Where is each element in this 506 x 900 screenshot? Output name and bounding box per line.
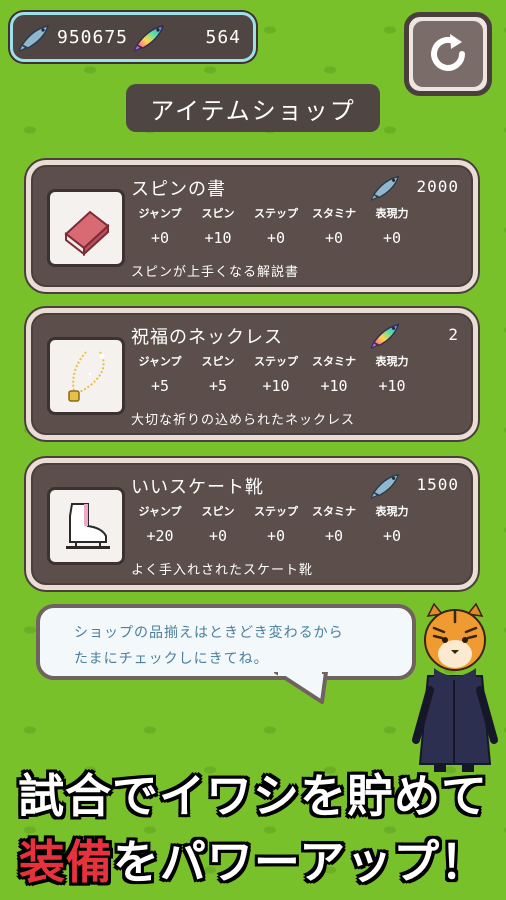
stat-label: ステップ xyxy=(254,355,298,368)
stat-expression: 表現力 +0 xyxy=(363,205,421,247)
stat-spin: スピン +0 xyxy=(189,503,247,545)
rainbow-count: 564 xyxy=(205,26,241,48)
stat-value: +0 xyxy=(150,229,170,247)
stat-value: +10 xyxy=(204,229,232,247)
book-icon xyxy=(64,210,110,257)
item-name: スピンの書 xyxy=(131,179,226,200)
stat-value: +10 xyxy=(262,377,290,395)
sardine-icon xyxy=(19,25,50,52)
speech-bubble-tail xyxy=(274,672,328,704)
stat-step: ステップ +10 xyxy=(247,353,305,395)
stat-label: ステップ xyxy=(254,207,298,220)
tiger-character xyxy=(412,602,498,772)
item-name: いいスケート靴 xyxy=(131,477,264,498)
speech-line: たまにチェックしにきてね。 xyxy=(74,651,269,667)
stat-label: スタミナ xyxy=(312,505,356,518)
stat-expression: 表現力 +10 xyxy=(363,353,421,395)
item-price: 1500 xyxy=(416,475,459,494)
stat-step: ステップ +0 xyxy=(247,503,305,545)
stat-step: ステップ +0 xyxy=(247,205,305,247)
stat-jump: ジャンプ +0 xyxy=(131,205,189,247)
promo-highlight: 装備 xyxy=(18,835,113,889)
stat-value: +0 xyxy=(382,229,402,247)
speech-line: ショップの品揃えはときどき変わるから xyxy=(74,625,344,641)
stat-label: 表現力 xyxy=(375,355,409,368)
stat-spin: スピン +5 xyxy=(189,353,247,395)
stat-stamina: スタミナ +0 xyxy=(305,205,363,247)
stat-value: +0 xyxy=(382,527,402,545)
item-name: 祝福のネックレス xyxy=(131,327,283,348)
item-price: 2 xyxy=(448,325,459,344)
stat-value: +20 xyxy=(146,527,174,545)
stat-label: スピン xyxy=(201,355,235,368)
stat-value: +5 xyxy=(150,377,170,395)
shop-item-card[interactable]: スピンの書 2000 ジャンプ +0 スピン +10 ステップ +0 スタミナ … xyxy=(26,160,478,292)
item-price: 2000 xyxy=(416,177,459,196)
stat-value: +0 xyxy=(266,229,286,247)
necklace-icon xyxy=(68,351,105,402)
stat-stamina: スタミナ +0 xyxy=(305,503,363,545)
currency-bar: 950675 564 xyxy=(10,12,256,62)
stat-label: ジャンプ xyxy=(138,207,182,220)
stat-value: +5 xyxy=(208,377,228,395)
stat-expression: 表現力 +0 xyxy=(363,503,421,545)
stat-jump: ジャンプ +5 xyxy=(131,353,189,395)
item-description: スピンが上手くなる解説書 xyxy=(131,265,300,280)
stat-value: +10 xyxy=(320,377,348,395)
speech-text: ショップの品揃えはときどき変わるから たまにチェックしにきてね。 xyxy=(74,620,344,672)
stat-value: +0 xyxy=(208,527,228,545)
item-thumbnail xyxy=(47,337,125,415)
shop-item-card[interactable]: いいスケート靴 1500 ジャンプ +20 スピン +0 ステップ +0 スタミ… xyxy=(26,458,478,590)
stat-label: ジャンプ xyxy=(138,505,182,518)
sardine-count: 950675 xyxy=(57,26,129,48)
stat-stamina: スタミナ +10 xyxy=(305,353,363,395)
refresh-icon xyxy=(431,34,465,71)
promo-text: をパワーアップ！ xyxy=(112,835,488,889)
skate-icon xyxy=(66,503,110,549)
stat-label: ステップ xyxy=(254,505,298,518)
sardine-icon xyxy=(371,473,400,499)
stat-spin: スピン +10 xyxy=(189,205,247,247)
stat-value: +0 xyxy=(324,229,344,247)
page-title: アイテムショップ xyxy=(126,84,380,132)
rainbow-sardine-icon xyxy=(134,25,165,52)
rainbow-sardine-icon xyxy=(371,323,400,349)
shop-item-card[interactable]: 祝福のネックレス 2 ジャンプ +5 スピン +5 ステップ +10 スタミナ … xyxy=(26,308,478,440)
stat-label: 表現力 xyxy=(375,505,409,518)
stat-label: 表現力 xyxy=(375,207,409,220)
stat-label: スタミナ xyxy=(312,355,356,368)
refresh-button[interactable] xyxy=(404,12,492,96)
stat-label: ジャンプ xyxy=(138,355,182,368)
refresh-button-face xyxy=(413,21,483,87)
item-description: よく手入れされたスケート靴 xyxy=(131,563,314,578)
stat-label: スピン xyxy=(201,505,235,518)
stat-value: +0 xyxy=(324,527,344,545)
stat-value: +0 xyxy=(266,527,286,545)
stat-jump: ジャンプ +20 xyxy=(131,503,189,545)
stat-label: スタミナ xyxy=(312,207,356,220)
item-thumbnail xyxy=(47,487,125,565)
promo-subheadline: 装備をパワーアップ！ xyxy=(0,826,506,892)
speech-bubble: ショップの品揃えはときどき変わるから たまにチェックしにきてね。 xyxy=(36,604,416,680)
promo-headline: 試合でイワシを貯めて xyxy=(18,769,488,823)
item-thumbnail xyxy=(47,189,125,267)
sardine-icon xyxy=(371,175,400,201)
item-description: 大切な祈りの込められたネックレス xyxy=(131,413,356,428)
stat-value: +10 xyxy=(378,377,406,395)
stat-label: スピン xyxy=(201,207,235,220)
